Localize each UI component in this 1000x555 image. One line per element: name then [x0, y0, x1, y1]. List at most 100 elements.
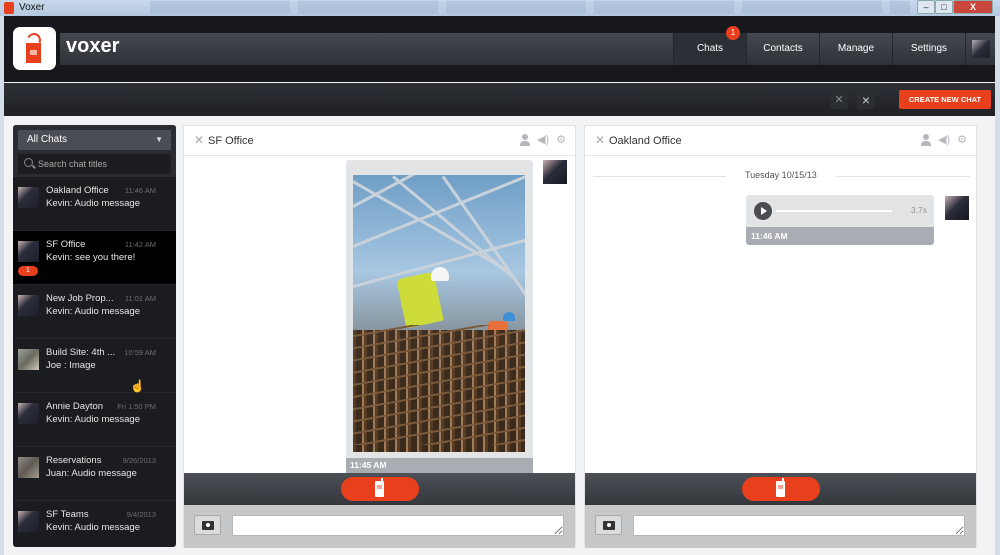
audio-progress-track[interactable] [776, 210, 892, 212]
close-window-button[interactable]: X [953, 0, 993, 14]
walkie-talkie-icon [26, 43, 41, 63]
chat-time: 11:01 AM [124, 294, 156, 303]
window-title: Voxer [19, 2, 45, 13]
minimize-button[interactable]: – [917, 0, 935, 14]
maximize-button[interactable]: □ [935, 0, 953, 14]
search-box [18, 154, 171, 174]
nav-chats[interactable]: Chats 1 [673, 26, 746, 65]
chat-avatar [18, 457, 39, 478]
chat-list-item-build-site[interactable]: Build Site: 4th ... 10:59 AM Joe : Image [13, 339, 176, 393]
divider [593, 176, 726, 177]
push-to-talk-button[interactable] [341, 477, 419, 501]
volume-icon[interactable]: ◀) [537, 134, 549, 146]
message-time: 11:45 AM [346, 458, 533, 473]
background-browser-tabs [150, 1, 910, 14]
chat-preview: Kevin: Audio message [46, 522, 141, 533]
chat-preview: Kevin: Audio message [46, 306, 141, 317]
push-to-talk-bar [585, 473, 976, 505]
close-chat-icon[interactable]: ✕ [194, 133, 204, 147]
compose-area [585, 505, 976, 548]
chat-list-item-new-job-proposal[interactable]: New Job Prop... 11:01 AM Kevin: Audio me… [13, 285, 176, 339]
voxer-app-icon [4, 2, 14, 14]
mute-all-button[interactable]: ✕ [830, 91, 848, 109]
message-input[interactable] [633, 515, 965, 536]
mouse-cursor-icon: ☝ [130, 379, 145, 393]
attach-photo-button[interactable] [194, 515, 221, 535]
chat-panel-header: ✕ Oakland Office ◀) ⚙ [585, 126, 976, 156]
top-bar: voxer Chats 1 Contacts Manage Settings [4, 16, 995, 82]
mute-icon: ✕ [834, 94, 844, 106]
create-new-chat-button[interactable]: CREATE NEW CHAT [899, 90, 991, 109]
attach-photo-button[interactable] [595, 515, 622, 535]
audio-message: 3.7s 11:46 AM [746, 195, 934, 245]
main-nav: Chats 1 Contacts Manage Settings [673, 26, 995, 65]
walkie-talkie-icon [375, 478, 384, 497]
chat-panel-header: ✕ SF Office ◀) ⚙ [184, 126, 575, 156]
chat-list-item-annie-dayton[interactable]: Annie Dayton Fri 1:50 PM Kevin: Audio me… [13, 393, 176, 447]
volume-icon[interactable]: ◀) [938, 134, 950, 146]
chat-time: Fri 1:50 PM [117, 402, 156, 411]
nav-chats-label: Chats [696, 43, 724, 54]
gear-icon[interactable]: ⚙ [956, 134, 968, 146]
push-to-talk-bar [184, 473, 575, 505]
person-icon[interactable] [519, 134, 531, 146]
chat-time: 11:46 AM [124, 186, 156, 195]
chat-preview: Kevin: Audio message [46, 198, 141, 209]
audio-duration: 3.7s [910, 205, 927, 215]
chat-list-item-sf-teams[interactable]: SF Teams 9/4/2013 Kevin: Audio message [13, 501, 176, 547]
sidebar-header: All Chats ▼ [13, 125, 176, 177]
chat-filter-dropdown[interactable]: All Chats ▼ [18, 130, 171, 150]
window-titlebar: Voxer – □ X [0, 0, 1000, 16]
close-chats-button[interactable]: × [857, 91, 875, 109]
avatar [972, 40, 990, 58]
chat-filter-value: All Chats [27, 134, 68, 145]
profile-avatar-button[interactable] [965, 33, 995, 65]
chat-name: SF Teams [46, 509, 89, 520]
chevron-down-icon: ▼ [155, 135, 163, 144]
walkie-talkie-icon [776, 478, 785, 497]
chat-list-item-sf-office[interactable]: SF Office 11:42 AM Kevin: see you there!… [13, 231, 176, 285]
play-icon[interactable] [754, 202, 772, 220]
close-icon: × [861, 92, 871, 108]
chat-preview: Kevin: Audio message [46, 414, 141, 425]
gear-icon[interactable]: ⚙ [555, 134, 567, 146]
chat-avatar [18, 241, 39, 262]
search-icon [24, 158, 33, 167]
search-chat-input[interactable] [38, 154, 168, 174]
chat-preview: Joe : Image [46, 360, 96, 371]
voxer-logo[interactable] [13, 27, 56, 70]
unread-badge: 1 [18, 266, 38, 276]
date-separator-label: Tuesday 10/15/13 [745, 170, 817, 180]
chat-list-item-oakland-office[interactable]: Oakland Office 11:46 AM Kevin: Audio mes… [13, 177, 176, 231]
chat-list-item-reservations[interactable]: Reservations 9/26/2013 Juan: Audio messa… [13, 447, 176, 501]
chat-time: 9/4/2013 [126, 510, 156, 519]
person-icon[interactable] [920, 134, 932, 146]
voxer-app: voxer Chats 1 Contacts Manage Settings ✕… [4, 16, 995, 555]
nav-contacts[interactable]: Contacts [746, 33, 819, 65]
chat-time: 9/26/2013 [122, 456, 156, 465]
chat-panel-title: SF Office [208, 135, 254, 147]
chats-unread-badge: 1 [726, 26, 740, 40]
close-chat-icon[interactable]: ✕ [595, 133, 605, 147]
sender-avatar [945, 196, 969, 220]
chat-preview: Kevin: see you there! [46, 252, 136, 263]
brand-bar: voxer Chats 1 Contacts Manage Settings [60, 26, 995, 65]
camera-icon [202, 521, 214, 530]
push-to-talk-button[interactable] [742, 477, 820, 501]
chat-preview: Juan: Audio message [46, 468, 137, 479]
chat-header-icons: ◀) ⚙ [920, 134, 968, 146]
image-message[interactable]: 11:45 AM [346, 160, 533, 473]
chat-avatar [18, 187, 39, 208]
chat-list-sidebar: All Chats ▼ Oakland Office 11:46 AM Kevi… [13, 125, 176, 547]
construction-photo[interactable] [353, 175, 525, 452]
chat-name: Annie Dayton [46, 401, 104, 412]
chat-avatar [18, 403, 39, 424]
sender-avatar [543, 160, 567, 184]
nav-settings[interactable]: Settings [892, 33, 965, 65]
chat-time: 11:42 AM [124, 240, 156, 249]
nav-manage[interactable]: Manage [819, 33, 892, 65]
date-separator: Tuesday 10/15/13 [593, 170, 970, 182]
message-input[interactable] [232, 515, 564, 536]
chat-name: Reservations [46, 455, 102, 466]
chat-avatar [18, 511, 39, 532]
